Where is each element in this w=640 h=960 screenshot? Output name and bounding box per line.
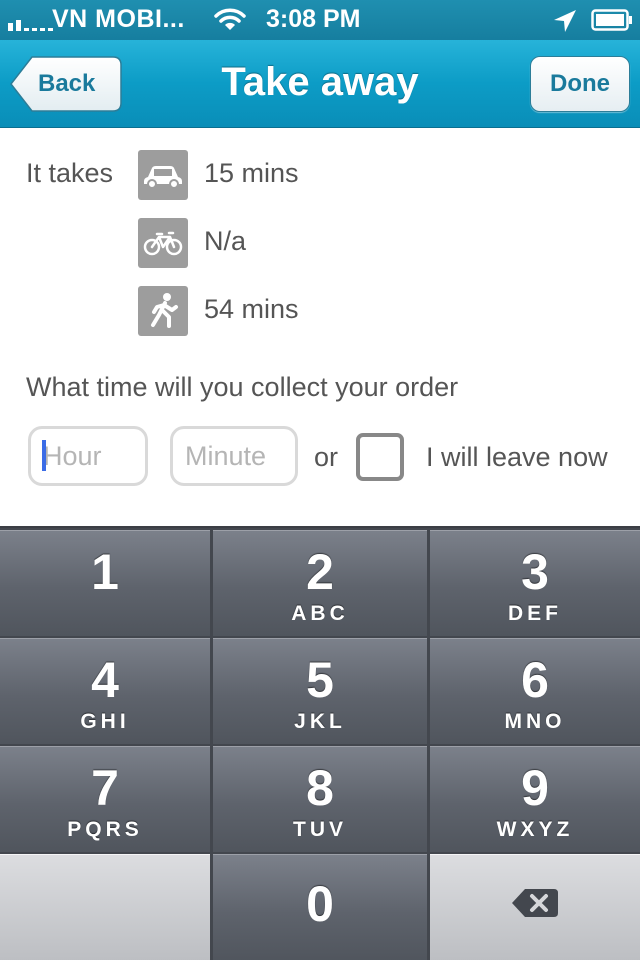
key-letters: WXYZ xyxy=(496,818,574,841)
key-3[interactable]: 3 DEF xyxy=(430,530,640,636)
key-digit: 1 xyxy=(91,544,119,600)
hour-input[interactable] xyxy=(28,426,148,486)
key-letters: ABC xyxy=(291,602,349,625)
numeric-keypad: 1 2 ABC 3 DEF 4 GHI 5 JKL 6 MNO 7 PQRS 8… xyxy=(0,526,640,960)
battery-icon xyxy=(591,9,632,31)
key-digit: 4 xyxy=(91,652,119,708)
signal-bars-icon xyxy=(8,20,53,31)
key-blank xyxy=(0,854,210,960)
key-2[interactable]: 2 ABC xyxy=(213,530,427,636)
key-digit: 3 xyxy=(521,544,549,600)
key-letters: TUV xyxy=(293,818,347,841)
key-digit: 6 xyxy=(521,652,549,708)
key-8[interactable]: 8 TUV xyxy=(213,746,427,852)
key-letters: PQRS xyxy=(67,818,143,841)
status-time: 3:08 PM xyxy=(266,5,361,33)
key-digit: 8 xyxy=(306,760,334,816)
collect-question: What time will you collect your order xyxy=(26,372,459,402)
leave-now-checkbox[interactable] xyxy=(356,433,404,481)
key-6[interactable]: 6 MNO xyxy=(430,638,640,744)
key-letters: GHI xyxy=(80,710,130,733)
it-takes-label: It takes xyxy=(26,158,114,188)
key-digit: 9 xyxy=(521,760,549,816)
leave-now-label[interactable]: I will leave now xyxy=(426,442,608,473)
key-digit: 0 xyxy=(306,876,334,932)
key-digit: 5 xyxy=(306,652,334,708)
key-1[interactable]: 1 xyxy=(0,530,210,636)
backspace-icon xyxy=(512,889,558,917)
key-7[interactable]: 7 PQRS xyxy=(0,746,210,852)
key-letters: MNO xyxy=(504,710,566,733)
nav-bar: Back Take away Done xyxy=(0,40,640,128)
key-0[interactable]: 0 xyxy=(213,854,427,960)
or-label: or xyxy=(314,442,339,472)
status-bar: VN MOBI... 3:08 PM xyxy=(0,0,640,40)
location-arrow-icon xyxy=(554,10,576,32)
key-4[interactable]: 4 GHI xyxy=(0,638,210,744)
done-button[interactable]: Done xyxy=(530,56,630,112)
key-5[interactable]: 5 JKL xyxy=(213,638,427,744)
key-digit: 7 xyxy=(91,760,119,816)
walking-time: 54 mins xyxy=(204,294,299,324)
wifi-icon xyxy=(214,8,246,30)
key-letters: DEF xyxy=(508,602,562,625)
walking-icon xyxy=(138,286,188,336)
car-time: 15 mins xyxy=(204,158,299,188)
bicycle-icon xyxy=(138,218,188,268)
bicycle-time: N/a xyxy=(204,226,247,256)
minute-input[interactable] xyxy=(170,426,298,486)
carrier-name: VN MOBI... xyxy=(52,5,185,33)
key-digit: 2 xyxy=(306,544,334,600)
delete-key[interactable] xyxy=(430,854,640,960)
text-cursor xyxy=(42,440,46,471)
key-9[interactable]: 9 WXYZ xyxy=(430,746,640,852)
key-letters: JKL xyxy=(294,710,346,733)
car-icon xyxy=(138,150,188,200)
